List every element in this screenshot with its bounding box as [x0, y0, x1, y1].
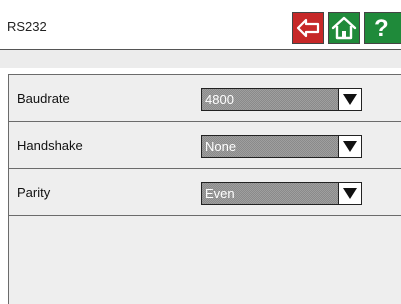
handshake-value: None — [205, 139, 237, 154]
home-icon — [331, 16, 357, 40]
handshake-select[interactable]: None — [201, 135, 362, 158]
handshake-label: Handshake — [17, 138, 83, 153]
back-button[interactable] — [292, 12, 324, 44]
setting-row-handshake: Handshake None — [9, 122, 401, 169]
parity-value: Even — [205, 186, 235, 201]
settings-panel: Baudrate 4800 Handshake None Parity Even — [8, 74, 401, 304]
help-button[interactable]: ? — [364, 12, 401, 44]
baudrate-value: 4800 — [205, 92, 234, 107]
setting-row-baudrate: Baudrate 4800 — [9, 75, 401, 122]
back-arrow-icon — [296, 18, 320, 38]
dropdown-arrow-icon[interactable] — [338, 89, 361, 110]
page-title: RS232 — [7, 19, 47, 34]
baudrate-select[interactable]: 4800 — [201, 88, 362, 111]
dropdown-arrow-icon[interactable] — [338, 183, 361, 204]
dropdown-arrow-icon[interactable] — [338, 136, 361, 157]
baudrate-label: Baudrate — [17, 91, 70, 106]
help-icon: ? — [374, 15, 389, 42]
setting-row-parity: Parity Even — [9, 169, 401, 216]
home-button[interactable] — [328, 12, 360, 44]
parity-select[interactable]: Even — [201, 182, 362, 205]
subheader-strip — [0, 50, 401, 68]
header-bar: RS232 ? — [0, 0, 401, 50]
parity-label: Parity — [17, 185, 51, 200]
